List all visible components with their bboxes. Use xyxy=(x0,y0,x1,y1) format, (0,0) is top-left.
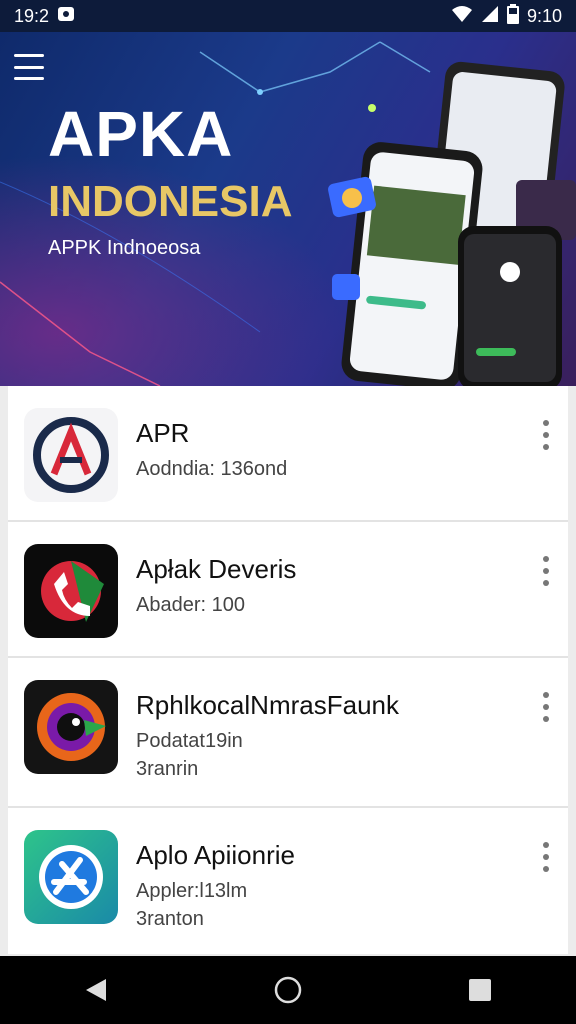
back-icon xyxy=(86,979,106,1001)
menu-icon-bar xyxy=(14,77,44,80)
signal-icon xyxy=(481,5,499,28)
status-bar: 19:2 9:10 xyxy=(0,0,576,32)
home-icon xyxy=(274,976,302,1004)
app-meta: Aodndia: 136ond xyxy=(136,458,288,480)
phones-illustration xyxy=(328,61,576,386)
app-meta: Podatat19in xyxy=(136,730,243,752)
hero-subtitle: INDONESIA xyxy=(48,177,293,226)
app-name: Apłak Deveris xyxy=(136,554,297,584)
app-icon-apr xyxy=(24,408,118,502)
app-list: APR Aodndia: 136ond Apłak Deveris Abader… xyxy=(8,386,568,954)
more-options-icon[interactable] xyxy=(540,420,552,450)
recents-button[interactable] xyxy=(460,970,500,1010)
menu-icon-bar xyxy=(14,54,44,57)
status-time: 19:2 xyxy=(14,5,50,26)
battery-icon xyxy=(506,3,519,29)
app-icon-appstore xyxy=(24,830,118,924)
app-name: APR xyxy=(136,418,190,448)
menu-icon-bar xyxy=(14,65,44,69)
list-item[interactable]: Apłak Deveris Abader: 100 xyxy=(8,522,568,658)
app-name: RphlkocalNmrasFaunk xyxy=(136,690,399,720)
list-item[interactable]: RphlkocalNmrasFaunk Podatat19in 3ranrin xyxy=(8,658,568,808)
hero-title: APKA xyxy=(48,98,234,170)
app-name: Aplo Apiionrie xyxy=(136,840,295,870)
back-button[interactable] xyxy=(76,970,116,1010)
app-meta-secondary: 3ranrin xyxy=(136,758,199,780)
app-meta: Abader: 100 xyxy=(136,594,245,616)
status-time-right: 9:10 xyxy=(526,5,562,26)
menu-button[interactable] xyxy=(14,54,48,80)
home-button[interactable] xyxy=(268,970,308,1010)
more-options-icon[interactable] xyxy=(540,842,552,872)
wifi-icon xyxy=(451,5,473,28)
more-options-icon[interactable] xyxy=(540,692,552,722)
hero-tagline: APPK Indnoeosa xyxy=(48,237,201,259)
system-nav-bar xyxy=(0,956,576,1024)
list-item[interactable]: APR Aodndia: 136ond xyxy=(8,386,568,522)
app-icon-eye xyxy=(24,680,118,774)
hero-banner: APKA INDONESIA APPK Indnoeosa xyxy=(0,32,576,386)
recents-icon xyxy=(469,979,491,1001)
app-meta-secondary: 3ranton xyxy=(136,908,204,930)
list-item[interactable]: Aplo Apiionrie Appler:l13lm 3ranton xyxy=(8,808,568,954)
app-icon-phone xyxy=(24,544,118,638)
app-meta: Appler:l13lm xyxy=(136,880,248,902)
more-options-icon[interactable] xyxy=(540,556,552,586)
notification-icon xyxy=(57,5,75,28)
